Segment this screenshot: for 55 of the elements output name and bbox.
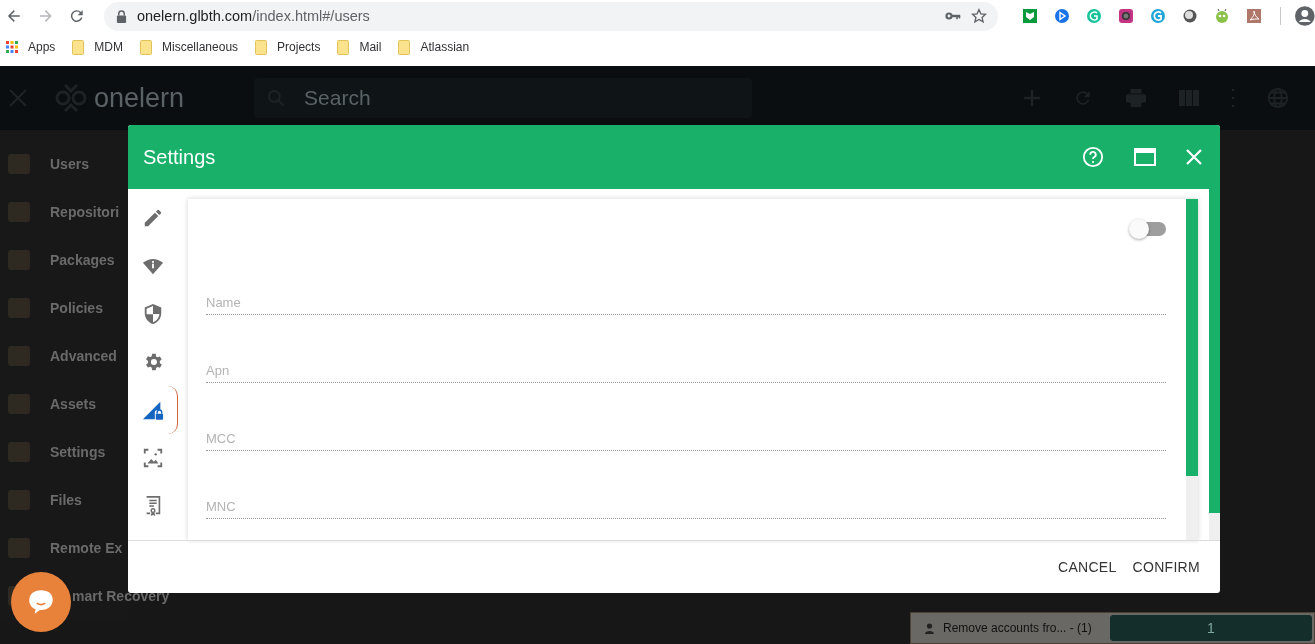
image-frame-icon [141, 447, 164, 469]
bookmark[interactable]: Atlassian [398, 39, 470, 55]
scrollbar[interactable] [1186, 199, 1198, 540]
reload-icon[interactable] [68, 7, 86, 25]
folder-icon [140, 39, 153, 55]
sidebar-item[interactable]: Packages [0, 236, 128, 284]
play-extension-icon[interactable] [1054, 8, 1071, 24]
dialog-button[interactable]: CANCEL [1051, 553, 1123, 581]
person-icon [925, 622, 934, 634]
search-field[interactable]: Search [254, 78, 753, 118]
sidebar-item[interactable]: Remote Ex [0, 524, 128, 572]
sidebar-item[interactable]: Repositori [0, 188, 128, 236]
toggle-switch[interactable] [1130, 222, 1166, 236]
sidebar-item[interactable]: Assets [0, 380, 128, 428]
dialog-title: Settings [143, 145, 216, 169]
maximize-icon[interactable] [1134, 148, 1156, 166]
progress-count: 1 [1206, 620, 1215, 636]
star-icon[interactable] [971, 8, 988, 24]
input-field[interactable]: Apn [206, 363, 1166, 383]
bookmark[interactable]: Projects [255, 39, 321, 55]
bookmark[interactable]: MDM [72, 39, 124, 55]
circle-extension-icon[interactable] [1182, 8, 1199, 24]
folder-icon [337, 39, 350, 55]
task-text: Remove accounts fro... - (1) [943, 621, 1092, 635]
letter-extension-icon[interactable] [1150, 8, 1167, 24]
lock-icon [115, 9, 127, 23]
url-text: onelern.glbth.com/index.html#/users [136, 8, 370, 24]
letter-extension-icon[interactable] [1086, 8, 1103, 24]
key-icon[interactable] [945, 11, 962, 21]
shield-extension-icon[interactable] [1022, 8, 1039, 24]
profile-icon[interactable] [1295, 6, 1315, 26]
scrollbar[interactable] [1209, 189, 1220, 540]
sidebar-item[interactable]: Files [0, 476, 128, 524]
sidebar-item[interactable]: Policies [0, 284, 128, 332]
folder-icon [398, 39, 411, 55]
apps-grid-icon [6, 41, 18, 53]
sidebar-item[interactable]: Advanced [0, 332, 128, 380]
bookmark[interactable]: Mail [337, 39, 382, 55]
sidebar-item[interactable]: Settings [0, 428, 128, 476]
help-icon[interactable] [1082, 146, 1104, 168]
input-field[interactable]: MNC [206, 499, 1166, 519]
sidebar-item[interactable]: Users [0, 140, 128, 188]
bug-extension-icon[interactable] [1214, 8, 1231, 24]
folder-icon [72, 39, 85, 55]
folder-icon [255, 39, 268, 55]
document-extension-icon[interactable] [1246, 8, 1263, 24]
camera-extension-icon[interactable] [1118, 8, 1135, 24]
input-field[interactable]: MCC [206, 431, 1166, 451]
bookmark[interactable]: Apps [6, 40, 56, 54]
address-bar[interactable]: onelern.glbth.com/index.html#/users [103, 1, 999, 31]
logo-text: onelern [94, 82, 185, 114]
bookmark[interactable]: Miscellaneous [140, 39, 239, 55]
dialog-button[interactable]: CONFIRM [1126, 553, 1206, 581]
back-icon[interactable] [5, 7, 23, 25]
input-field[interactable]: Name [206, 295, 1166, 315]
